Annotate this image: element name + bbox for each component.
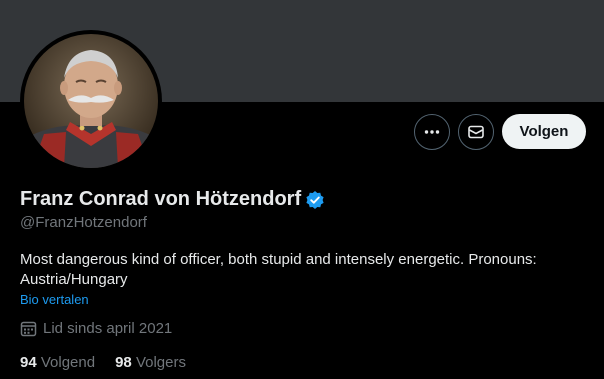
profile-name-row: Franz Conrad von Hötzendorf: [20, 188, 325, 211]
joined-label: Lid sinds april 2021: [43, 320, 173, 337]
avatar[interactable]: [24, 34, 158, 168]
verified-badge-icon[interactable]: [305, 190, 325, 210]
following-count: 94: [20, 354, 37, 371]
following-label: Volgend: [40, 354, 96, 371]
followers-label: Volgers: [135, 354, 186, 371]
followers-link[interactable]: 98 Volgers: [115, 354, 186, 371]
avatar-portrait: [24, 34, 158, 168]
message-button[interactable]: [458, 114, 494, 150]
calendar-icon: [20, 321, 37, 337]
profile-handle: @FranzHotzendorf: [20, 214, 147, 231]
joined-date: Lid sinds april 2021: [20, 320, 172, 337]
followers-count: 98: [115, 354, 132, 371]
profile-bio: Most dangerous kind of officer, both stu…: [20, 251, 537, 288]
message-icon: [468, 125, 484, 139]
translate-bio-link[interactable]: Bio vertalen: [20, 292, 89, 307]
follow-button[interactable]: Volgen: [502, 114, 586, 149]
more-icon: [424, 130, 440, 134]
following-link[interactable]: 94 Volgend: [20, 354, 95, 371]
more-options-button[interactable]: [414, 114, 450, 150]
profile-name: Franz Conrad von Hötzendorf: [20, 188, 302, 210]
profile-stats: 94 Volgend 98 Volgers: [20, 354, 186, 371]
